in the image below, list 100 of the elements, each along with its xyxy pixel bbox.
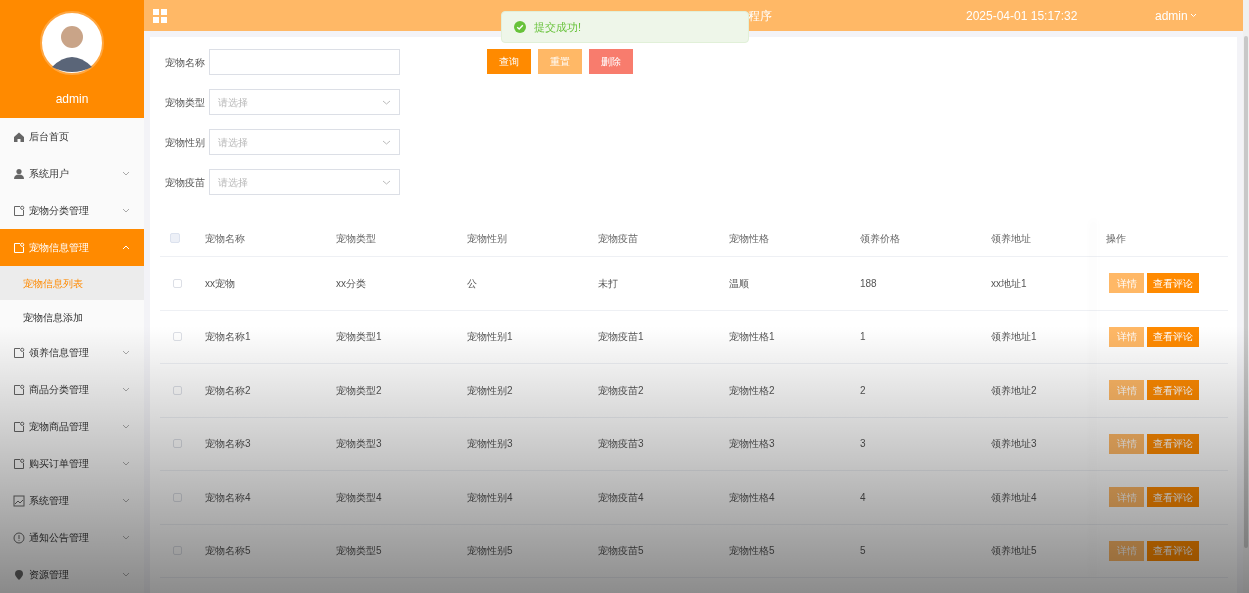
document-icon [13, 241, 25, 254]
table-cell-text: 宠物类型5 [336, 544, 383, 559]
action-button[interactable]: 删除 [589, 49, 633, 74]
menu-item[interactable]: 宠物商品管理 [0, 408, 144, 445]
check-circle-icon [514, 21, 526, 33]
grid-icon[interactable] [153, 8, 167, 23]
table-cell-text: 公 [467, 276, 478, 291]
table-cell-text: 领养地址5 [991, 544, 1038, 559]
table-cell-text: 2 [860, 383, 867, 398]
image-icon [13, 494, 25, 507]
toast-message: 提交成功! [534, 19, 582, 35]
table-cell-text: 领养地址1 [991, 330, 1038, 345]
avatar-icon [40, 11, 104, 75]
home-icon [13, 130, 25, 143]
menu-item[interactable]: 资源管理 [0, 556, 144, 593]
detail-button[interactable]: 详情 [1109, 326, 1144, 347]
menu-item[interactable]: 系统用户 [0, 155, 144, 192]
menu-item[interactable]: 系统管理 [0, 482, 144, 519]
table-cell-text: 宠物疫苗2 [598, 383, 645, 398]
select-field[interactable]: 请选择 [209, 169, 400, 195]
comments-button[interactable]: 查看评论 [1147, 433, 1199, 454]
detail-button[interactable]: 详情 [1109, 540, 1144, 561]
column-header: 领养价格 [860, 231, 901, 246]
table-cell-text: 领养地址2 [991, 383, 1038, 398]
select-field[interactable]: 请选择 [209, 89, 400, 115]
column-header: 宠物疫苗 [598, 231, 639, 246]
table-cell-text: xx分类 [336, 276, 367, 291]
table-cell-text: 宠物性格1 [729, 330, 776, 345]
table-cell-text: 宠物疫苗1 [598, 330, 645, 345]
action-button[interactable]: 查询 [487, 49, 531, 74]
comments-button[interactable]: 查看评论 [1147, 380, 1199, 401]
user-menu[interactable]: admin [1155, 6, 1197, 25]
table-cell-text: 宠物性别3 [467, 437, 514, 452]
field-label: 宠物性别 [164, 135, 205, 150]
row-checkbox[interactable] [173, 332, 182, 342]
table-cell-text: 宠物名称2 [205, 383, 252, 398]
detail-button[interactable]: 详情 [1109, 380, 1144, 401]
menu-item[interactable]: 后台首页 [0, 118, 144, 155]
column-header: 宠物性别 [467, 231, 508, 246]
table-cell-text: 领养地址3 [991, 437, 1038, 452]
table-cell-text: 宠物性别5 [467, 544, 514, 559]
field-label: 宠物名称 [164, 55, 205, 70]
table-cell-text: xx地址1 [991, 276, 1028, 291]
table-cell-text: 宠物疫苗4 [598, 490, 645, 505]
column-header: 操作 [1105, 231, 1127, 246]
comments-button[interactable]: 查看评论 [1147, 487, 1199, 508]
select-field[interactable]: 请选择 [209, 129, 400, 155]
table-cell-text: 宠物性别1 [467, 330, 514, 345]
app-title: 程序 [748, 7, 772, 25]
select-all-checkbox[interactable] [170, 233, 180, 243]
scrollbar[interactable] [1244, 36, 1248, 548]
table-cell-text: 宠物类型1 [336, 330, 383, 345]
table-cell-text: xx宠物 [205, 276, 236, 291]
menu-item[interactable]: 宠物信息管理 [0, 229, 144, 266]
detail-button[interactable]: 详情 [1109, 273, 1144, 294]
action-button[interactable]: 重置 [538, 49, 582, 74]
table-cell-text: 4 [860, 490, 867, 505]
table-cell-text: 未打 [598, 276, 619, 291]
table-cell-text: 1 [860, 330, 867, 345]
table-cell-text: 宠物类型2 [336, 383, 383, 398]
table-cell-text: 宠物疫苗5 [598, 544, 645, 559]
table-cell-text: 宠物性别4 [467, 490, 514, 505]
detail-button[interactable]: 详情 [1109, 433, 1144, 454]
submenu-item[interactable]: 宠物信息添加 [0, 300, 144, 334]
table-cell-text: 领养地址4 [991, 490, 1038, 505]
row-checkbox[interactable] [173, 278, 182, 288]
row-checkbox[interactable] [173, 546, 182, 556]
table-cell-text: 188 [860, 276, 878, 291]
comments-button[interactable]: 查看评论 [1147, 273, 1199, 294]
submenu-item[interactable]: 宠物信息列表 [0, 266, 144, 300]
field-label: 宠物类型 [164, 95, 205, 110]
row-checkbox[interactable] [173, 439, 182, 449]
table-cell-text: 宠物名称4 [205, 490, 252, 505]
table-cell-text: 温顺 [729, 276, 750, 291]
chevron-icon [382, 99, 391, 105]
menu-item[interactable]: 领养信息管理 [0, 334, 144, 371]
input-field[interactable] [209, 49, 400, 75]
comments-button[interactable]: 查看评论 [1147, 540, 1199, 561]
column-header: 宠物性格 [729, 231, 770, 246]
menu-item[interactable]: 通知公告管理 [0, 519, 144, 556]
table-cell-text: 5 [860, 544, 867, 559]
comments-button[interactable]: 查看评论 [1147, 326, 1199, 347]
chevron-icon [382, 179, 391, 185]
document-icon [13, 204, 25, 217]
menu-item[interactable]: 购买订单管理 [0, 445, 144, 482]
table-cell-text: 3 [860, 437, 867, 452]
table-cell-text: 宠物疫苗3 [598, 437, 645, 452]
pin-icon [13, 568, 25, 581]
chevron-icon [382, 139, 391, 145]
table-cell-text: 宠物类型4 [336, 490, 383, 505]
document-icon [13, 383, 25, 396]
row-checkbox[interactable] [173, 385, 182, 395]
menu-item[interactable]: 商品分类管理 [0, 371, 144, 408]
table-cell-text: 宠物性格4 [729, 490, 776, 505]
row-checkbox[interactable] [173, 492, 182, 502]
document-icon [13, 346, 25, 359]
column-header: 宠物名称 [205, 231, 246, 246]
detail-button[interactable]: 详情 [1109, 487, 1144, 508]
menu-item[interactable]: 宠物分类管理 [0, 192, 144, 229]
table-cell-text: 宠物名称5 [205, 544, 252, 559]
